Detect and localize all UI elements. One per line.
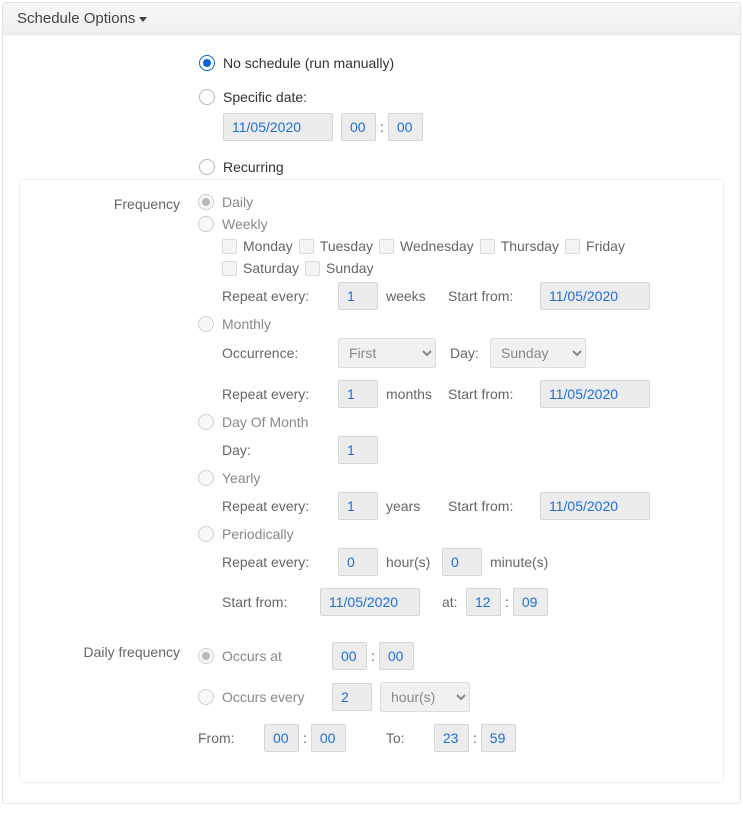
weekly-start-label: Start from: [448, 288, 522, 304]
occurrence-day-label: Day: [450, 345, 490, 361]
freq-monthly-label: Monthly [222, 316, 271, 332]
chk-friday[interactable] [565, 239, 580, 254]
weekly-repeat-input[interactable] [338, 282, 378, 310]
occurrence-day-select[interactable]: Sunday [490, 338, 586, 368]
recurring-radio[interactable] [199, 159, 215, 175]
specific-date-input[interactable] [223, 113, 333, 141]
lbl-monday: Monday [243, 238, 293, 254]
from-minute-input[interactable] [311, 724, 346, 752]
occurs-every-radio[interactable] [198, 689, 214, 705]
lbl-wednesday: Wednesday [400, 238, 474, 254]
recurring-label: Recurring [223, 159, 284, 175]
period-at-label: at: [442, 594, 466, 610]
yearly-repeat-input[interactable] [338, 492, 378, 520]
weekly-start-input[interactable] [540, 282, 650, 310]
freq-yearly-radio[interactable] [198, 470, 214, 486]
caret-down-icon [139, 17, 147, 22]
freq-daily-radio[interactable] [198, 194, 214, 210]
period-minutes-input[interactable] [442, 548, 482, 576]
months-unit: months [386, 386, 448, 402]
lbl-tuesday: Tuesday [320, 238, 373, 254]
panel-title: Schedule Options [17, 10, 135, 27]
freq-periodically-radio[interactable] [198, 526, 214, 542]
hours-unit: hour(s) [386, 554, 442, 570]
weeks-unit: weeks [386, 288, 448, 304]
period-repeat-label: Repeat every: [222, 554, 320, 570]
occurs-every-unit-select[interactable]: hour(s) [380, 682, 470, 712]
occurrence-select[interactable]: First [338, 338, 436, 368]
freq-weekly-label: Weekly [222, 216, 268, 232]
freq-dom-label: Day Of Month [222, 414, 308, 430]
to-minute-input[interactable] [481, 724, 516, 752]
monthly-start-input[interactable] [540, 380, 650, 408]
occurs-every-n-input[interactable] [332, 683, 372, 711]
chk-tuesday[interactable] [299, 239, 314, 254]
minutes-unit: minute(s) [490, 554, 548, 570]
no-schedule-radio[interactable] [199, 55, 215, 71]
daily-frequency-section: Daily frequency Occurs at : Occurs every [36, 642, 707, 758]
period-hours-input[interactable] [338, 548, 378, 576]
time-colon: : [380, 119, 384, 135]
occurs-at-minute-input[interactable] [379, 642, 414, 670]
panel-header[interactable]: Schedule Options [3, 3, 740, 35]
lbl-thursday: Thursday [501, 238, 559, 254]
period-start-label: Start from: [222, 594, 302, 610]
occurs-at-radio[interactable] [198, 648, 214, 664]
weekly-repeat-label: Repeat every: [222, 288, 320, 304]
occurs-every-label: Occurs every [222, 689, 314, 705]
period-start-date-input[interactable] [320, 588, 420, 616]
frequency-section: Frequency Daily Weekly Monday Tuesday We… [36, 194, 707, 622]
chk-sunday[interactable] [305, 261, 320, 276]
specific-minute-input[interactable] [388, 113, 423, 141]
occurrence-label: Occurrence: [222, 345, 320, 361]
yearly-start-input[interactable] [540, 492, 650, 520]
freq-periodically-label: Periodically [222, 526, 294, 542]
freq-daily-label: Daily [222, 194, 253, 210]
specific-date-label: Specific date: [223, 89, 307, 105]
lbl-saturday: Saturday [243, 260, 299, 276]
yearly-repeat-label: Repeat every: [222, 498, 320, 514]
chk-monday[interactable] [222, 239, 237, 254]
schedule-options-panel: Schedule Options No schedule (run manual… [2, 2, 741, 804]
period-at-minute-input[interactable] [513, 588, 548, 616]
frequency-label: Frequency [36, 194, 198, 212]
occurs-at-hour-input[interactable] [332, 642, 367, 670]
period-at-hour-input[interactable] [466, 588, 501, 616]
no-schedule-label: No schedule (run manually) [223, 55, 394, 71]
panel-body: No schedule (run manually) Specific date… [3, 35, 740, 803]
lbl-sunday: Sunday [326, 260, 373, 276]
dom-day-label: Day: [222, 442, 320, 458]
specific-date-radio[interactable] [199, 89, 215, 105]
from-hour-input[interactable] [264, 724, 299, 752]
monthly-repeat-label: Repeat every: [222, 386, 320, 402]
chk-saturday[interactable] [222, 261, 237, 276]
to-label: To: [386, 730, 416, 746]
freq-monthly-radio[interactable] [198, 316, 214, 332]
chk-wednesday[interactable] [379, 239, 394, 254]
monthly-start-label: Start from: [448, 386, 522, 402]
recurring-subpanel: Frequency Daily Weekly Monday Tuesday We… [19, 179, 724, 783]
years-unit: years [386, 498, 448, 514]
from-label: From: [198, 730, 246, 746]
occurs-at-label: Occurs at [222, 648, 314, 664]
freq-yearly-label: Yearly [222, 470, 260, 486]
dom-day-input[interactable] [338, 436, 378, 464]
monthly-repeat-input[interactable] [338, 380, 378, 408]
chk-thursday[interactable] [480, 239, 495, 254]
yearly-start-label: Start from: [448, 498, 522, 514]
to-hour-input[interactable] [434, 724, 469, 752]
freq-dom-radio[interactable] [198, 414, 214, 430]
lbl-friday: Friday [586, 238, 625, 254]
freq-weekly-radio[interactable] [198, 216, 214, 232]
specific-hour-input[interactable] [341, 113, 376, 141]
daily-frequency-label: Daily frequency [36, 642, 198, 660]
schedule-mode-group: No schedule (run manually) Specific date… [199, 55, 724, 175]
